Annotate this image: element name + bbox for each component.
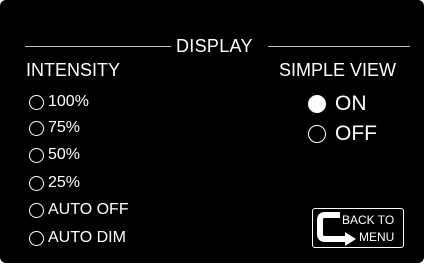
option-label: AUTO OFF [48,201,129,218]
simple-view-option-on[interactable]: ON [308,92,367,116]
radio-button[interactable] [29,230,44,246]
section-title: DISPLAY [176,36,253,56]
option-label: 75% [48,119,81,136]
radio-button-selected[interactable] [308,95,326,113]
option-label: 50% [48,146,81,163]
radio-button[interactable] [29,147,44,163]
display-settings-screen: DISPLAY INTENSITY SIMPLE VIEW 100% 75% 5… [0,0,424,263]
radio-button[interactable] [308,125,326,143]
option-label: ON [335,92,367,115]
intensity-option-auto-dim[interactable]: AUTO DIM [29,228,126,248]
intensity-option-100[interactable]: 100% [29,92,89,112]
option-label: 100% [48,93,89,110]
intensity-option-25[interactable]: 25% [29,173,80,193]
back-button-label-line1: BACK TO [342,213,395,227]
back-button-label-line2: MENU [359,230,395,244]
intensity-option-75[interactable]: 75% [29,118,80,138]
simple-view-heading: SIMPLE VIEW [279,60,397,80]
back-to-menu-button[interactable]: BACK TO MENU [312,208,404,248]
radio-button[interactable] [29,202,44,218]
intensity-option-auto-off[interactable]: AUTO OFF [29,200,129,220]
radio-button[interactable] [29,94,44,110]
option-label: OFF [335,122,377,145]
header-rule-left [25,46,171,47]
intensity-option-50[interactable]: 50% [29,145,80,165]
simple-view-option-off[interactable]: OFF [308,122,377,146]
option-label: AUTO DIM [48,229,126,246]
radio-button[interactable] [29,175,44,191]
header-rule-right [268,46,410,47]
radio-button[interactable] [29,120,44,136]
option-label: 25% [48,174,81,191]
intensity-heading: INTENSITY [26,60,121,80]
